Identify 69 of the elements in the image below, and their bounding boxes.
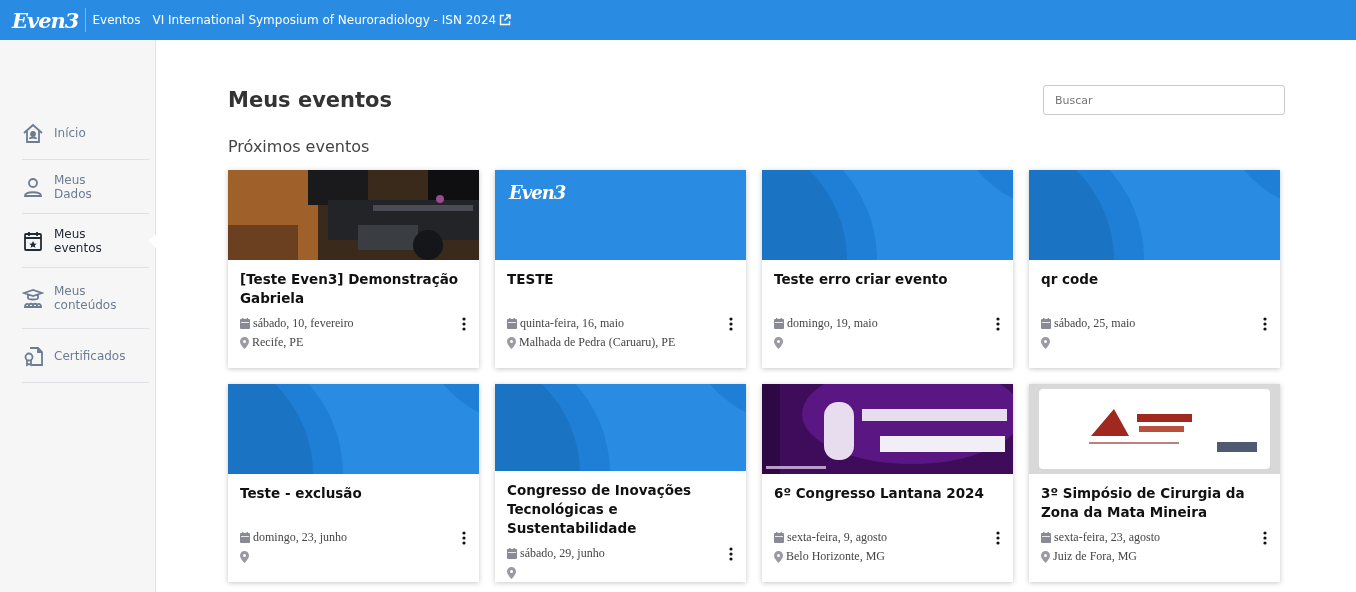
event-location: Malhada de Pedra (Caruaru), PE	[519, 335, 676, 350]
event-title[interactable]: TESTE	[507, 270, 736, 308]
event-location: Recife, PE	[252, 335, 304, 350]
even3-logo[interactable]: Even3	[12, 7, 79, 33]
event-link[interactable]: VI International Symposium of Neuroradiology - ISN 2024	[152, 13, 497, 27]
search-field[interactable]: Buscar	[1043, 85, 1285, 115]
event-title[interactable]: Teste erro criar evento	[774, 270, 1003, 308]
certificate-icon	[22, 344, 44, 367]
calendar-icon	[1041, 532, 1051, 543]
sidebar-item[interactable]: Certificados	[22, 329, 149, 383]
external-link-icon	[499, 14, 512, 26]
more-options-icon[interactable]	[729, 316, 733, 331]
event-location: Belo Horizonte, MG	[786, 549, 885, 564]
section-heading: Próximos eventos	[228, 137, 371, 156]
more-options-icon[interactable]	[996, 316, 1000, 331]
location-pin-icon	[774, 550, 783, 563]
calendar-icon	[240, 532, 250, 543]
calendar-icon	[1041, 318, 1051, 329]
calendar-icon	[774, 318, 784, 329]
event-title[interactable]: Congresso de Inovações Tecnológicas e Sustentabilidade	[507, 481, 736, 538]
location-pin-icon	[1041, 550, 1050, 563]
event-card[interactable]: qr code sábado, 25, maio	[1029, 170, 1280, 368]
even3-logo: Even3	[509, 182, 566, 203]
event-date: sábado, 29, junho	[520, 546, 605, 561]
location-pin-icon	[507, 566, 516, 579]
location-pin-icon	[774, 336, 783, 349]
event-date: sábado, 10, fevereiro	[253, 316, 354, 331]
calendar-icon	[507, 318, 517, 329]
calendar-icon	[774, 532, 784, 543]
location-pin-icon	[507, 336, 516, 349]
event-date: domingo, 19, maio	[787, 316, 878, 331]
event-date: sábado, 25, maio	[1054, 316, 1136, 331]
event-date: sexta-feira, 9, agosto	[787, 530, 887, 545]
event-card[interactable]: Congresso de Inovações Tecnológicas e Sustentabilidade sábado, 29, junho	[495, 384, 746, 582]
sidebar-item[interactable]: Meus eventos	[22, 214, 149, 268]
calendar-icon	[507, 548, 517, 559]
event-title[interactable]: 6º Congresso Lantana 2024	[774, 484, 1003, 522]
event-card[interactable]: 3º Simpósio de Cirurgia da Zona da Mata Mineira sexta-feira, 23, agosto Juiz de Fora, MG	[1029, 384, 1280, 582]
more-options-icon[interactable]	[462, 316, 466, 331]
event-date: domingo, 23, junho	[253, 530, 347, 545]
location-pin-icon	[240, 550, 249, 563]
location-pin-icon	[1041, 336, 1050, 349]
sidebar-item[interactable]: Meus Dados	[22, 160, 149, 214]
event-card[interactable]: Teste - exclusão domingo, 23, junho	[228, 384, 479, 582]
event-card[interactable]: Teste erro criar evento domingo, 19, maio	[762, 170, 1013, 368]
more-options-icon[interactable]	[462, 530, 466, 545]
section-link[interactable]: Eventos	[92, 13, 141, 27]
event-title[interactable]: Teste - exclusão	[240, 484, 469, 522]
event-card[interactable]: [Teste Even3] Demonstração Gabriela sábado, 10, fevereiro Recife, PE	[228, 170, 479, 368]
location-pin-icon	[240, 336, 249, 349]
sidebar-item[interactable]: Início	[22, 106, 149, 160]
event-title[interactable]: [Teste Even3] Demonstração Gabriela	[240, 270, 469, 308]
event-date: sexta-feira, 23, agosto	[1054, 530, 1160, 545]
more-options-icon[interactable]	[729, 546, 733, 561]
more-options-icon[interactable]	[1263, 530, 1267, 545]
event-title[interactable]: qr code	[1041, 270, 1270, 308]
sidebar-item[interactable]: Meus conteúdos	[22, 268, 149, 329]
house-icon	[22, 121, 44, 144]
event-date: quinta-feira, 16, maio	[520, 316, 624, 331]
more-options-icon[interactable]	[996, 530, 1000, 545]
event-card[interactable]: 6º Congresso Lantana 2024 sexta-feira, 9, agosto Belo Horizonte, MG	[762, 384, 1013, 582]
event-card[interactable]: Even3 TESTE quinta-feira, 16, maio Malhada de Pedra (Caruaru), PE	[495, 170, 746, 368]
person-icon	[22, 175, 44, 198]
event-title[interactable]: 3º Simpósio de Cirurgia da Zona da Mata Mineira	[1041, 484, 1270, 522]
graduation-cap-icon	[22, 287, 44, 309]
event-location: Juiz de Fora, MG	[1053, 549, 1137, 564]
page-title: Meus eventos	[228, 88, 392, 112]
more-options-icon[interactable]	[1263, 316, 1267, 331]
calendar-icon	[240, 318, 250, 329]
